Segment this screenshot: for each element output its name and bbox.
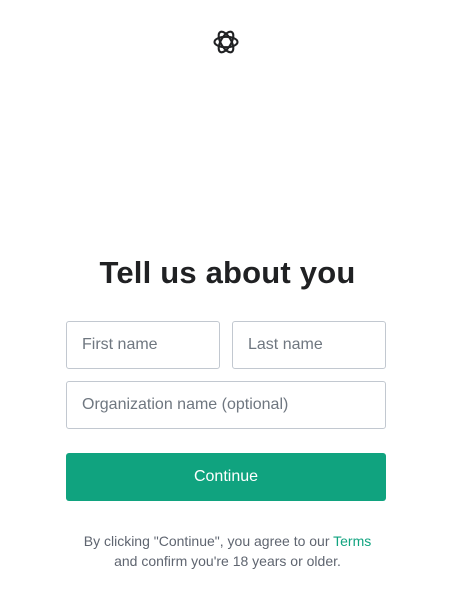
organization-name-input[interactable] [66,381,386,429]
legal-suffix-text: and confirm you're 18 years or older. [114,553,341,569]
terms-link[interactable]: Terms [333,533,371,549]
page-title: Tell us about you [99,255,356,290]
continue-button[interactable]: Continue [66,453,386,501]
legal-prefix-text: By clicking "Continue", you agree to our [83,533,334,549]
first-name-input[interactable] [66,321,220,369]
last-name-input[interactable] [232,321,386,369]
openai-logo-icon [209,25,243,59]
legal-notice: By clicking "Continue", you agree to our… [40,531,415,571]
